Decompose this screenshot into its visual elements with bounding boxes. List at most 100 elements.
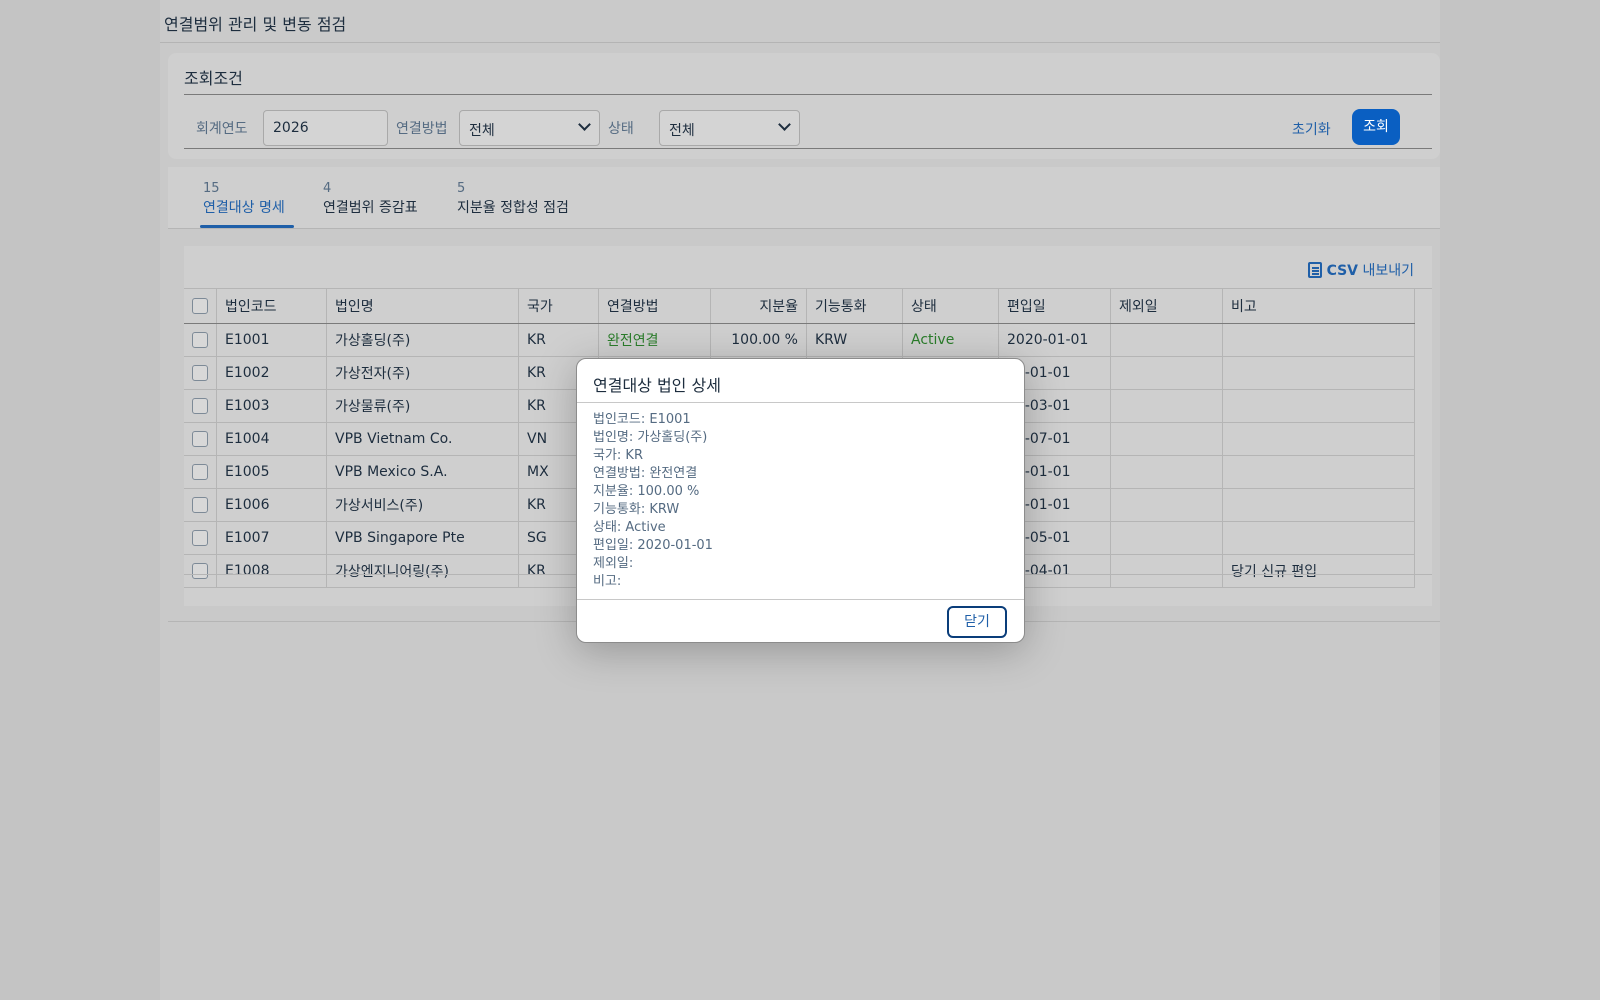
row-select-cell	[184, 521, 217, 555]
tab-count: 15	[203, 181, 220, 196]
entity-name: 가상홀딩(주)	[326, 323, 519, 357]
column-header[interactable]: 법인코드	[216, 289, 327, 324]
row-select-cell	[184, 356, 217, 390]
row-checkbox[interactable]	[192, 463, 208, 480]
column-header[interactable]: 법인명	[326, 289, 519, 324]
table-header-row: 법인코드 법인명 국가 연결방법 지분율 기능통화 상태 편입일 제외일 비고	[184, 289, 1415, 324]
tab-entity-list[interactable]: 15 연결대상 명세	[203, 181, 285, 217]
dialog-body: 법인코드: E1001 법인명: 가상홀딩(주) 국가: KR 연결방법: 완전…	[593, 411, 713, 591]
status-select-value: 전체	[669, 123, 695, 139]
tab-ownership-check[interactable]: 5 지분율 정합성 점검	[457, 181, 569, 217]
column-header[interactable]: 편입일	[998, 289, 1111, 324]
row-select-cell	[184, 422, 217, 456]
search-button[interactable]: 조회	[1352, 109, 1400, 145]
row-checkbox[interactable]	[192, 397, 208, 414]
entity-name: VPB Singapore Pte	[326, 521, 519, 555]
exclusion-date	[1110, 455, 1223, 489]
remarks	[1222, 521, 1415, 555]
fiscal-year-input[interactable]: 2026	[263, 110, 388, 146]
fiscal-year-label: 회계연도	[196, 121, 248, 137]
row-select-cell	[184, 389, 217, 423]
exclusion-date	[1110, 323, 1223, 357]
entity-name: VPB Mexico S.A.	[326, 455, 519, 489]
row-checkbox[interactable]	[192, 430, 208, 447]
select-all-cell	[184, 289, 217, 324]
status: Active	[902, 323, 999, 357]
entity-code: E1003	[216, 389, 327, 423]
country: KR	[518, 323, 599, 357]
tab-bar: 15 연결대상 명세 4 연결범위 증감표 5 지분율 정합성 점검	[168, 167, 1440, 229]
row-checkbox[interactable]	[192, 331, 208, 348]
column-header[interactable]: 기능통화	[806, 289, 903, 324]
detail-line: 제외일:	[593, 556, 634, 571]
detail-line: 연결방법: 완전연결	[593, 466, 698, 481]
detail-line: 기능통화: KRW	[593, 502, 680, 517]
entity-code: E1006	[216, 488, 327, 522]
entity-code: E1004	[216, 422, 327, 456]
page-header: 연결범위 관리 및 변동 점검	[160, 0, 1440, 43]
detail-line: 지분율: 100.00 %	[593, 484, 700, 499]
tab-scope-changes[interactable]: 4 연결범위 증감표	[323, 181, 418, 217]
filter-header: 조회조건	[184, 69, 243, 88]
row-checkbox[interactable]	[192, 496, 208, 513]
table-row[interactable]: E1001 가상홀딩(주) KR 완전연결 100.00 % KRW Activ…	[184, 323, 1415, 357]
column-header[interactable]: 상태	[902, 289, 999, 324]
ownership: 100.00 %	[710, 323, 807, 357]
column-header[interactable]: 지분율	[710, 289, 807, 324]
column-header[interactable]: 국가	[518, 289, 599, 324]
row-select-cell	[184, 488, 217, 522]
tab-label: 지분율 정합성 점검	[457, 200, 569, 216]
method-label: 연결방법	[396, 121, 448, 137]
method-select-value: 전체	[469, 123, 495, 139]
column-header[interactable]: 제외일	[1110, 289, 1223, 324]
export-icon	[1307, 262, 1322, 278]
exclusion-date	[1110, 389, 1223, 423]
csv-export-button[interactable]: CSV 내보내기	[1307, 260, 1414, 280]
detail-line: 상태: Active	[593, 520, 666, 535]
currency: KRW	[806, 323, 903, 357]
remarks	[1222, 455, 1415, 489]
active-tab-indicator	[200, 225, 294, 228]
reset-button[interactable]: 초기화	[1292, 119, 1331, 139]
method-select[interactable]: 전체	[459, 110, 600, 146]
entity-name: VPB Vietnam Co.	[326, 422, 519, 456]
close-button[interactable]: 닫기	[947, 606, 1007, 638]
remarks	[1222, 422, 1415, 456]
entity-code: E1001	[216, 323, 327, 357]
entity-detail-dialog: 연결대상 법인 상세 법인코드: E1001 법인명: 가상홀딩(주) 국가: …	[576, 358, 1025, 643]
remarks	[1222, 323, 1415, 357]
remarks	[1222, 356, 1415, 390]
row-checkbox[interactable]	[192, 364, 208, 381]
detail-line: 법인코드: E1001	[593, 412, 691, 427]
status-select[interactable]: 전체	[659, 110, 800, 146]
chevron-down-icon	[578, 118, 591, 131]
column-header[interactable]: 연결방법	[598, 289, 711, 324]
detail-line: 법인명: 가상홀딩(주)	[593, 430, 708, 445]
exclusion-date	[1110, 521, 1223, 555]
select-all-checkbox[interactable]	[192, 297, 208, 314]
csv-export-prefix: CSV	[1326, 263, 1359, 279]
dialog-title: 연결대상 법인 상세	[593, 376, 721, 395]
table-toolbar: CSV 내보내기	[184, 246, 1432, 289]
detail-line: 편입일: 2020-01-01	[593, 538, 713, 553]
row-select-cell	[184, 323, 217, 357]
tab-label: 연결범위 증감표	[323, 200, 418, 216]
filter-panel: 조회조건 회계연도 2026 연결방법 전체 상태 전체 초기화 조회	[168, 53, 1440, 159]
detail-line: 국가: KR	[593, 448, 643, 463]
entity-name: 가상물류(주)	[326, 389, 519, 423]
column-header[interactable]: 비고	[1222, 289, 1415, 324]
consolidation-method: 완전연결	[598, 323, 711, 357]
row-checkbox[interactable]	[192, 529, 208, 546]
row-select-cell	[184, 455, 217, 489]
tab-count: 4	[323, 181, 332, 196]
tab-label: 연결대상 명세	[203, 200, 285, 216]
entity-code: E1002	[216, 356, 327, 390]
status-label: 상태	[608, 121, 634, 137]
entity-code: E1007	[216, 521, 327, 555]
inclusion-date: 2020-01-01	[998, 323, 1111, 357]
remarks	[1222, 488, 1415, 522]
csv-export-label: 내보내기	[1358, 263, 1414, 279]
filter-bottom-divider	[184, 148, 1432, 149]
remarks	[1222, 389, 1415, 423]
entity-name: 가상서비스(주)	[326, 488, 519, 522]
